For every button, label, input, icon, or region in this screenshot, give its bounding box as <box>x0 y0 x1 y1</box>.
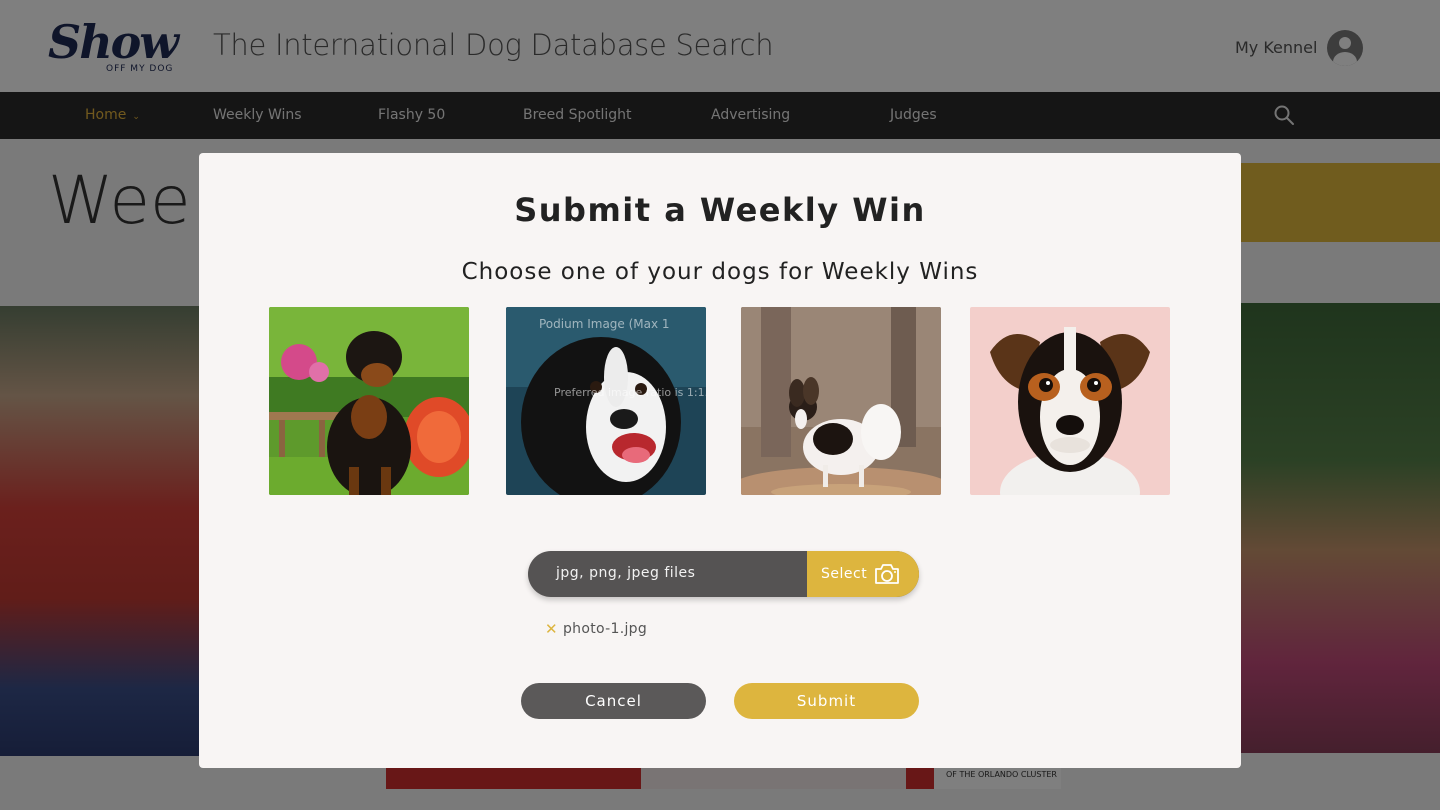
dog-photo <box>269 307 469 495</box>
select-file-label: Select <box>821 566 868 582</box>
submit-weekly-win-modal: Submit a Weekly Win Choose one of your d… <box>199 153 1241 768</box>
dog-option-border-collie[interactable]: Podium Image (Max 1 Preferred image rati… <box>506 307 706 495</box>
camera-icon <box>875 564 899 584</box>
image-hint-title: Podium Image (Max 1 <box>539 317 670 331</box>
image-hint-ratio: Preferred image ratio is 1:1.3 <box>554 386 706 399</box>
file-upload-field[interactable]: jpg, png, jpeg files Select <box>528 551 919 597</box>
file-upload-hint: jpg, png, jpeg files <box>556 565 696 581</box>
selected-file-name: photo-1.jpg <box>563 621 648 637</box>
submit-button[interactable]: Submit <box>734 683 919 719</box>
dog-option-papillon[interactable] <box>741 307 941 495</box>
cancel-button[interactable]: Cancel <box>521 683 706 719</box>
dog-photo <box>970 307 1170 495</box>
modal-title: Submit a Weekly Win <box>514 191 926 229</box>
select-file-button[interactable]: Select <box>807 551 919 597</box>
close-icon[interactable]: ✕ <box>545 620 558 638</box>
dog-option-jack-russell[interactable] <box>970 307 1170 495</box>
dog-photo <box>506 307 706 495</box>
modal-subtitle: Choose one of your dogs for Weekly Wins <box>461 259 979 285</box>
dog-option-rottweiler[interactable] <box>269 307 469 495</box>
dog-photo <box>741 307 941 495</box>
